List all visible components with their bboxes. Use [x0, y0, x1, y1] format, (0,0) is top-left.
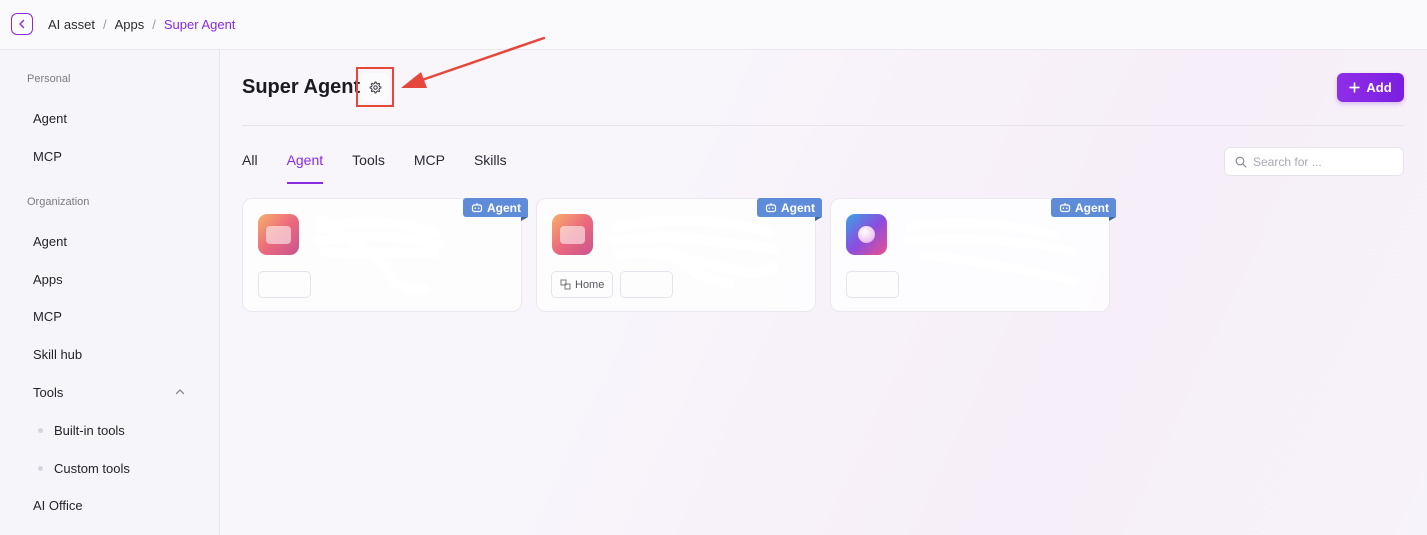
sidebar-section-personal: Personal	[27, 73, 71, 85]
back-button[interactable]	[11, 13, 33, 35]
sidebar-item-tools[interactable]: Tools	[33, 385, 63, 400]
search-input[interactable]	[1253, 154, 1393, 169]
sidebar-item-ai-office[interactable]: AI Office	[33, 498, 83, 513]
breadcrumb-apps[interactable]: Apps	[115, 17, 145, 32]
sidebar-item-personal-mcp[interactable]: MCP	[33, 149, 62, 164]
redacted-scribble	[903, 218, 1078, 286]
tab-all[interactable]: All	[242, 152, 258, 184]
tag	[620, 271, 673, 298]
robot-icon	[471, 203, 483, 213]
divider	[242, 125, 1404, 126]
tab-tools[interactable]: Tools	[352, 152, 385, 184]
tab-mcp[interactable]: MCP	[414, 152, 445, 184]
bullet-dot-icon	[38, 428, 43, 433]
chevron-left-icon	[19, 19, 25, 29]
redacted-scribble	[315, 216, 444, 295]
sidebar-item-skill-hub[interactable]: Skill hub	[33, 347, 82, 362]
plus-icon	[1349, 82, 1361, 93]
type-badge-label: Agent	[781, 200, 815, 215]
chat-bubble-app-icon	[258, 214, 299, 255]
page-title: Super Agent	[242, 76, 361, 98]
main-content: Super Agent Add All Agent Tools MCP Skil…	[242, 36, 1404, 535]
settings-button[interactable]	[361, 73, 389, 101]
sidebar-section-organization: Organization	[27, 196, 90, 208]
app-card[interactable]: Agent	[830, 198, 1116, 312]
tag	[846, 271, 899, 298]
chat-bubble-app-icon	[552, 214, 593, 255]
top-bar: AI asset / Apps / Super Agent	[0, 0, 1427, 50]
search-icon	[1235, 156, 1247, 168]
home-tag-icon	[560, 279, 571, 290]
sidebar-item-personal-agent[interactable]: Agent	[33, 111, 67, 126]
sidebar-item-label: Custom tools	[54, 461, 130, 476]
tag-home: Home	[551, 271, 614, 298]
chevron-up-icon[interactable]	[175, 387, 185, 397]
breadcrumb-ai-asset[interactable]: AI asset	[48, 17, 95, 32]
highlight-box	[356, 67, 394, 107]
bullet-dot-icon	[38, 466, 43, 471]
sidebar-item-built-in-tools[interactable]: Built-in tools	[38, 423, 125, 438]
sidebar-item-label: Built-in tools	[54, 423, 125, 438]
tab-agent[interactable]: Agent	[286, 152, 323, 184]
tab-skills[interactable]: Skills	[474, 152, 507, 184]
sidebar: Personal Agent MCP Organization Agent Ap…	[0, 50, 220, 535]
breadcrumb: AI asset / Apps / Super Agent	[48, 17, 236, 32]
search-box	[1224, 147, 1404, 176]
app-card[interactable]: Agent Home	[536, 198, 822, 312]
annotation-arrow	[401, 36, 546, 88]
tag	[258, 271, 311, 298]
sidebar-item-org-mcp[interactable]: MCP	[33, 309, 62, 324]
breadcrumb-super-agent: Super Agent	[163, 17, 236, 32]
sidebar-item-custom-tools[interactable]: Custom tools	[38, 461, 130, 476]
sidebar-item-org-agent[interactable]: Agent	[33, 234, 67, 249]
app-card[interactable]: Agent	[242, 198, 528, 312]
filter-tabs: All Agent Tools MCP Skills	[242, 152, 536, 184]
gear-icon	[369, 80, 381, 94]
add-button-label: Add	[1366, 80, 1392, 95]
sidebar-item-apps[interactable]: Apps	[33, 272, 63, 287]
orb-app-icon	[846, 214, 887, 255]
add-button[interactable]: Add	[1337, 73, 1404, 102]
type-badge-label: Agent	[487, 200, 521, 215]
tag-label: Home	[575, 278, 605, 291]
type-badge: Agent	[463, 198, 528, 221]
